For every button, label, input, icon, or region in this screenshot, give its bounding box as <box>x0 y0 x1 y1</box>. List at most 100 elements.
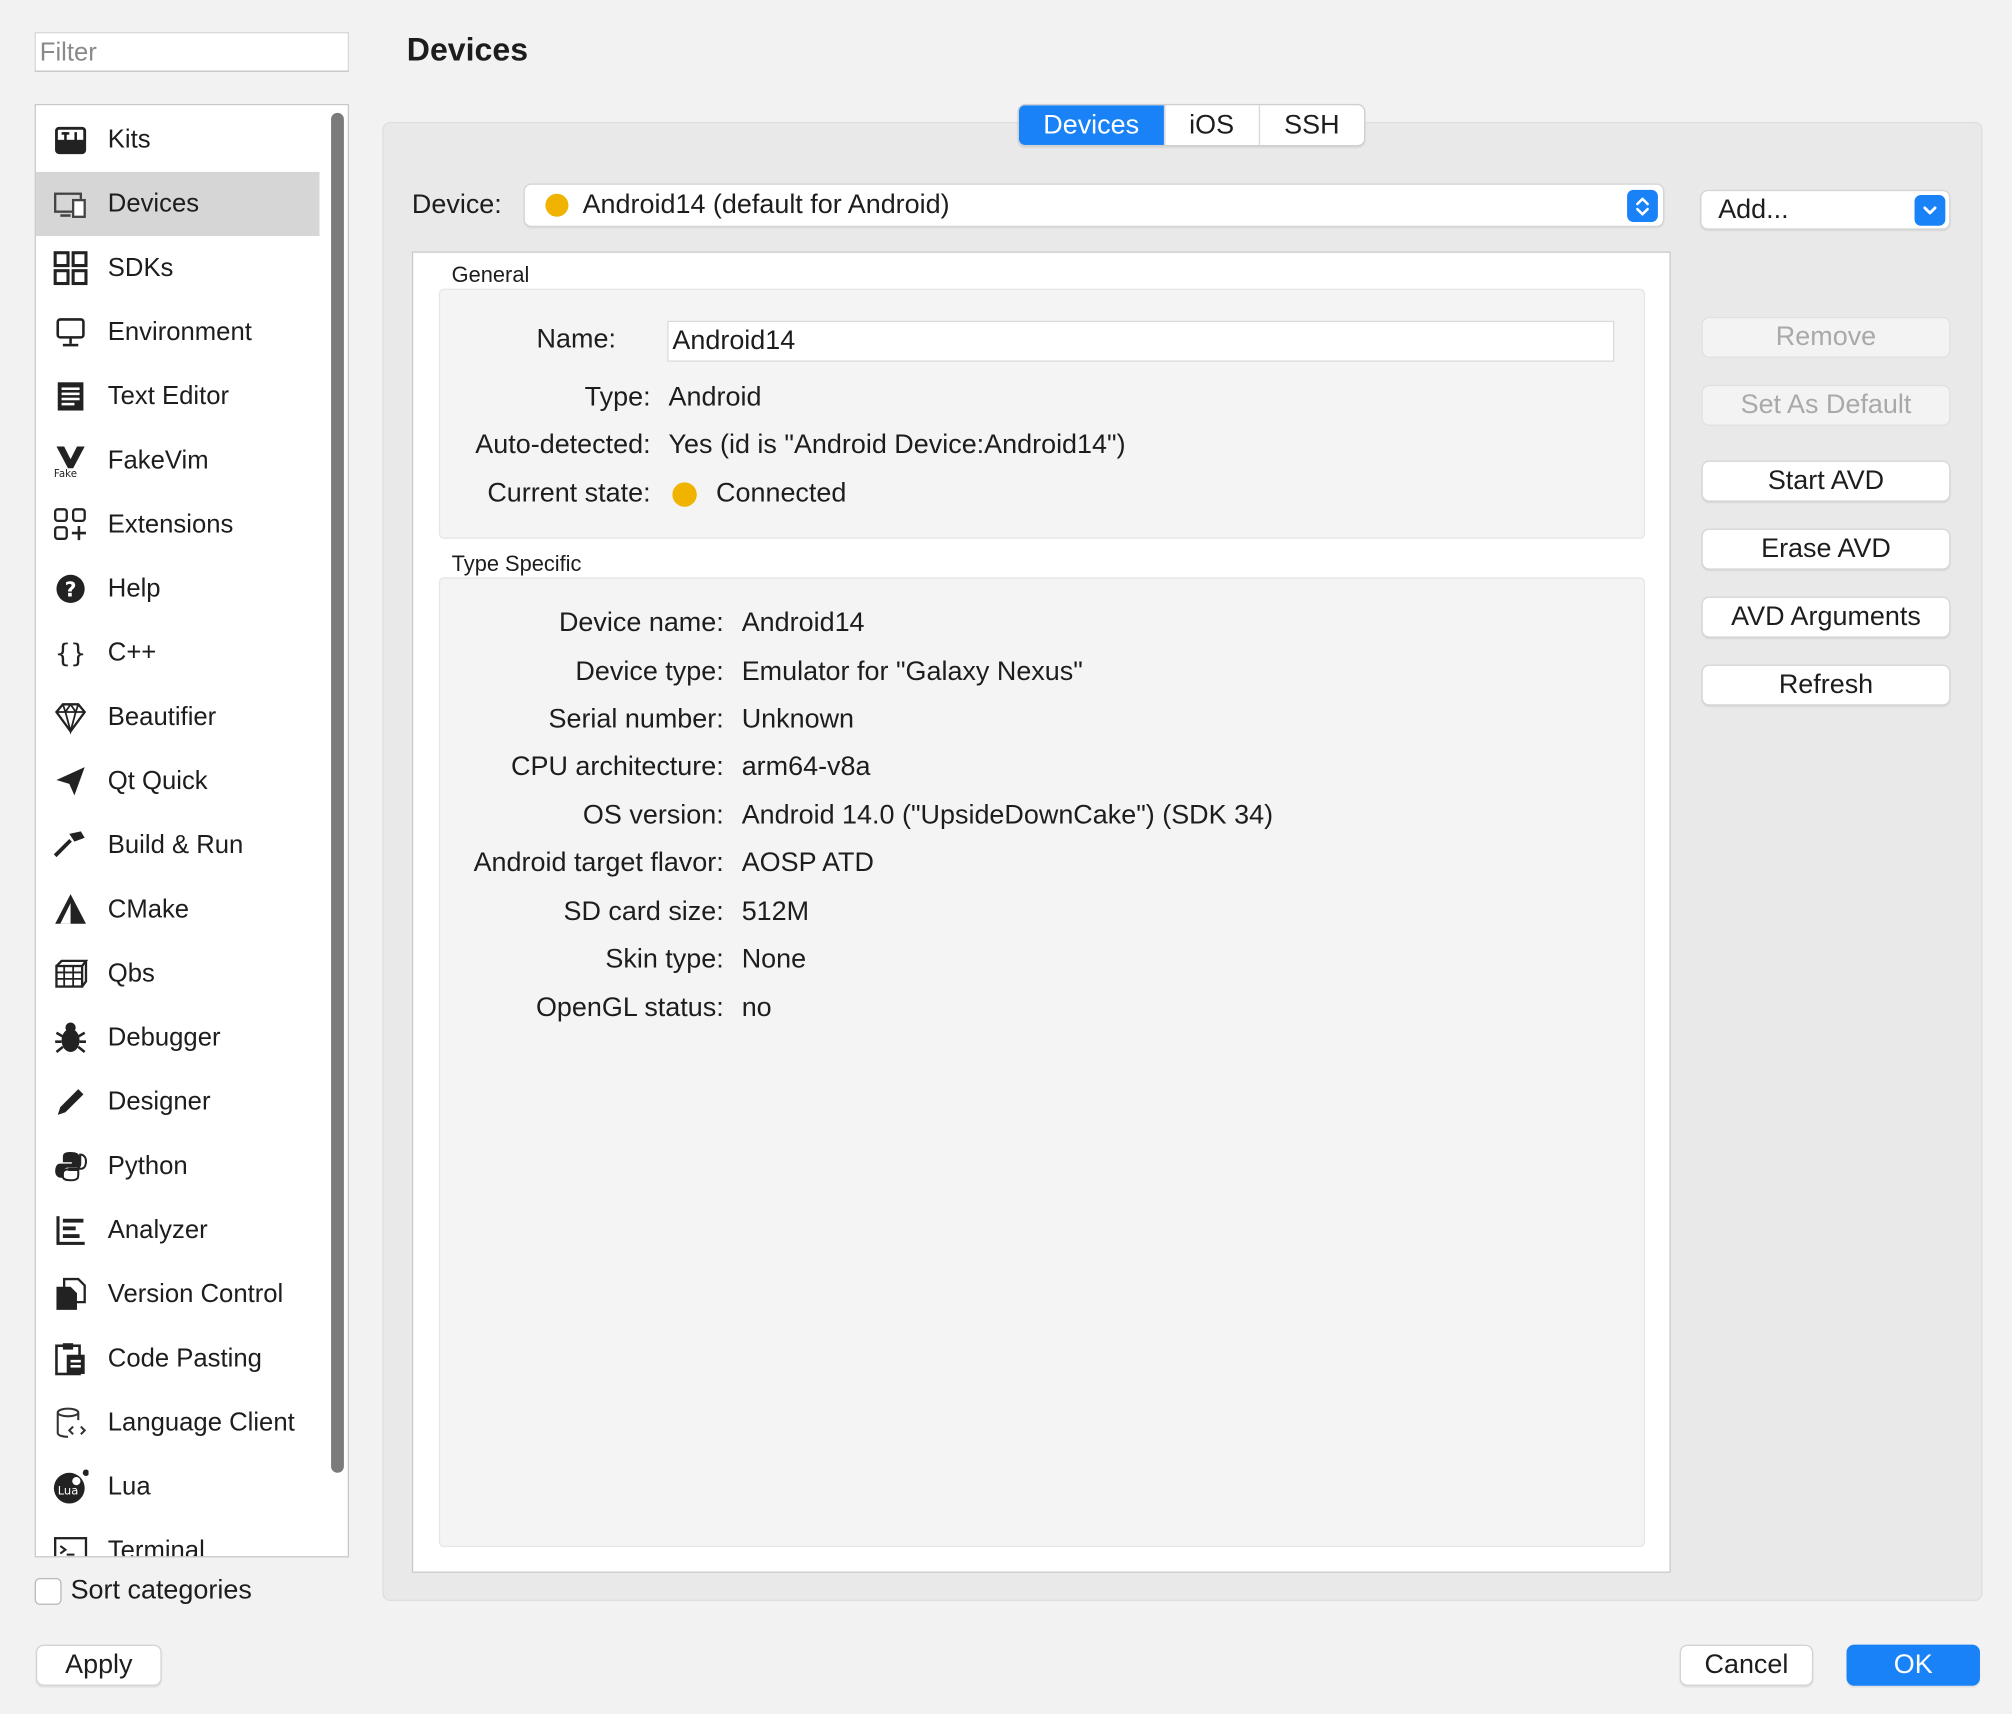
sidebar-item-label: Qt Quick <box>107 766 208 795</box>
preferences-window: Kits Devices SDKs Environment <box>0 0 2012 1714</box>
sidebar-item-environment[interactable]: Environment <box>36 300 320 364</box>
sidebar-item-debugger[interactable]: Debugger <box>36 1006 320 1070</box>
sidebar-item-text-editor[interactable]: Text Editor <box>36 364 320 428</box>
sidebar-item-code-pasting[interactable]: Code Pasting <box>36 1327 320 1391</box>
spec-label: OpenGL status: <box>535 992 724 1023</box>
beautifier-icon <box>53 699 89 735</box>
sidebar-item-label: Code Pasting <box>107 1343 262 1373</box>
sort-categories-checkbox[interactable] <box>34 1577 62 1605</box>
sidebar-item-version-control[interactable]: Version Control <box>36 1262 320 1326</box>
sidebar-item-extensions[interactable]: Extensions <box>36 493 320 557</box>
qt-quick-icon <box>53 763 89 799</box>
sidebar-item-label: Terminal <box>107 1536 205 1558</box>
sidebar-item-label: CMake <box>107 894 190 924</box>
cmake-icon <box>53 892 89 928</box>
lua-icon: Lua <box>53 1469 89 1505</box>
filter-input[interactable] <box>39 38 344 68</box>
spec-value: Android14 <box>741 608 865 638</box>
sidebar-item-build-run[interactable]: Build & Run <box>36 813 320 877</box>
type-label: Type: <box>584 382 651 412</box>
refresh-button[interactable]: Refresh <box>1701 664 1951 706</box>
name-label: Name: <box>536 324 616 355</box>
sidebar-item-label: Version Control <box>107 1279 284 1308</box>
sidebar-item-label: Designer <box>107 1087 211 1116</box>
sidebar-item-language-client[interactable]: Language Client <box>36 1391 320 1455</box>
tab-devices[interactable]: Devices <box>1018 105 1165 145</box>
sidebar-item-cmake[interactable]: CMake <box>36 878 320 942</box>
sdks-icon <box>53 250 89 286</box>
name-field[interactable] <box>667 320 1615 362</box>
sidebar-item-sdks[interactable]: SDKs <box>36 236 320 300</box>
python-icon <box>53 1148 89 1184</box>
start-avd-button[interactable]: Start AVD <box>1701 460 1951 502</box>
spec-label: OS version: <box>582 800 724 831</box>
sidebar-item-fakevim[interactable]: Fake FakeVim <box>36 428 320 492</box>
sidebar-item-label: Analyzer <box>107 1215 208 1244</box>
sidebar-item-label: Text Editor <box>107 381 230 410</box>
device-select-value: Android14 (default for Android) <box>582 189 950 220</box>
tab-bar: Devices iOS SSH <box>1017 103 1366 147</box>
sidebar-item-terminal[interactable]: Terminal <box>36 1519 320 1557</box>
sidebar-item-devices[interactable]: Devices <box>35 171 320 237</box>
sidebar-item-label: C++ <box>107 638 157 667</box>
spec-label: Device type: <box>575 656 724 687</box>
spec-label: Device name: <box>558 608 724 638</box>
add-device-label: Add... <box>1718 195 1789 225</box>
filter-field[interactable] <box>34 32 350 72</box>
device-select[interactable]: Android14 (default for Android) <box>523 183 1665 228</box>
cancel-button[interactable]: Cancel <box>1679 1644 1814 1686</box>
cpp-icon: {} <box>53 635 89 671</box>
sidebar-item-kits[interactable]: Kits <box>36 108 320 172</box>
terminal-icon <box>53 1533 89 1557</box>
spec-label: Skin type: <box>605 944 724 974</box>
ok-button[interactable]: OK <box>1846 1644 1980 1686</box>
page-title: Devices <box>406 32 529 68</box>
sidebar-item-python[interactable]: Python <box>36 1134 320 1198</box>
sidebar-item-label: Python <box>107 1151 188 1180</box>
sort-categories-label: Sort categories <box>70 1575 252 1605</box>
sidebar-scrollbar[interactable] <box>331 112 344 1473</box>
current-state-value: Connected <box>716 478 847 509</box>
tab-ios[interactable]: iOS <box>1165 105 1260 145</box>
spec-value: Emulator for "Galaxy Nexus" <box>741 656 1083 687</box>
sidebar-item-beautifier[interactable]: Beautifier <box>36 685 320 749</box>
remove-button[interactable]: Remove <box>1701 316 1951 358</box>
spec-label: SD card size: <box>563 896 724 927</box>
spec-label: Serial number: <box>548 704 724 734</box>
apply-button[interactable]: Apply <box>35 1644 162 1686</box>
sort-categories[interactable]: Sort categories <box>34 1575 252 1606</box>
environment-icon <box>53 314 89 350</box>
name-input[interactable] <box>672 325 1610 357</box>
spec-value: Unknown <box>741 704 855 734</box>
debugger-icon <box>53 1020 89 1056</box>
preferences-stage: Kits Devices SDKs Environment <box>0 0 2012 1714</box>
device-status-dot <box>545 193 569 217</box>
sidebar-item-label: Debugger <box>107 1023 221 1052</box>
kits-icon <box>53 122 89 158</box>
spec-label: CPU architecture: <box>511 751 724 782</box>
tab-ssh[interactable]: SSH <box>1260 105 1364 145</box>
category-sidebar: Kits Devices SDKs Environment Text Edito… <box>34 103 350 1558</box>
designer-icon <box>53 1084 89 1120</box>
sidebar-item-label: Environment <box>107 317 252 346</box>
set-as-default-button[interactable]: Set As Default <box>1701 384 1951 426</box>
avd-arguments-button[interactable]: AVD Arguments <box>1701 596 1951 638</box>
sidebar-item-analyzer[interactable]: Analyzer <box>36 1198 320 1262</box>
fakevim-icon: Fake <box>53 443 89 479</box>
spec-value: AOSP ATD <box>741 847 874 878</box>
type-value: Android <box>668 382 762 412</box>
sidebar-item-qbs[interactable]: Qbs <box>36 942 320 1006</box>
sidebar-item-cpp[interactable]: {} C++ <box>36 621 320 685</box>
sidebar-item-lua[interactable]: Lua Lua <box>36 1455 320 1519</box>
sidebar-item-qt-quick[interactable]: Qt Quick <box>36 749 320 813</box>
sidebar-item-designer[interactable]: Designer <box>36 1070 320 1134</box>
version-control-icon <box>53 1276 89 1312</box>
add-device-button[interactable]: Add... <box>1700 189 1951 230</box>
spec-value: Android 14.0 ("UpsideDownCake") (SDK 34) <box>741 800 1274 831</box>
build-run-icon <box>53 827 89 863</box>
sidebar-item-label: Build & Run <box>107 830 244 859</box>
sidebar-item-help[interactable]: ? Help <box>36 557 320 621</box>
erase-avd-button[interactable]: Erase AVD <box>1701 528 1951 570</box>
spec-label: Android target flavor: <box>473 847 724 878</box>
language-client-icon <box>53 1405 89 1441</box>
